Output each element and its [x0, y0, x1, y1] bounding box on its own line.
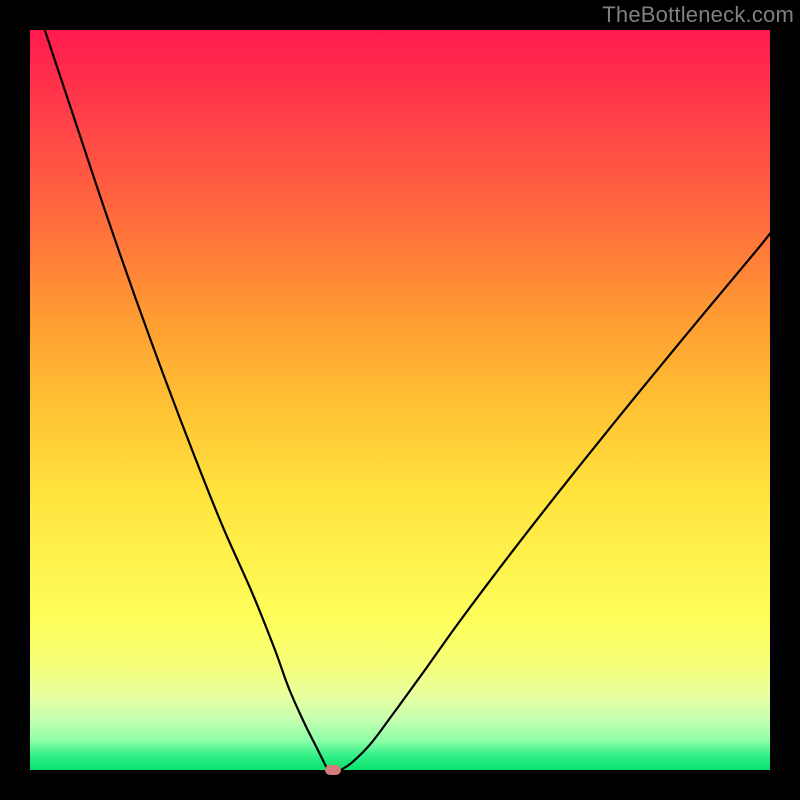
curve-right: [341, 234, 770, 771]
curve-layer: [30, 30, 770, 770]
watermark-label: TheBottleneck.com: [602, 2, 794, 28]
curve-left: [45, 30, 330, 770]
plot-area: [30, 30, 770, 770]
chart-frame: TheBottleneck.com: [0, 0, 800, 800]
min-marker: [325, 765, 341, 775]
